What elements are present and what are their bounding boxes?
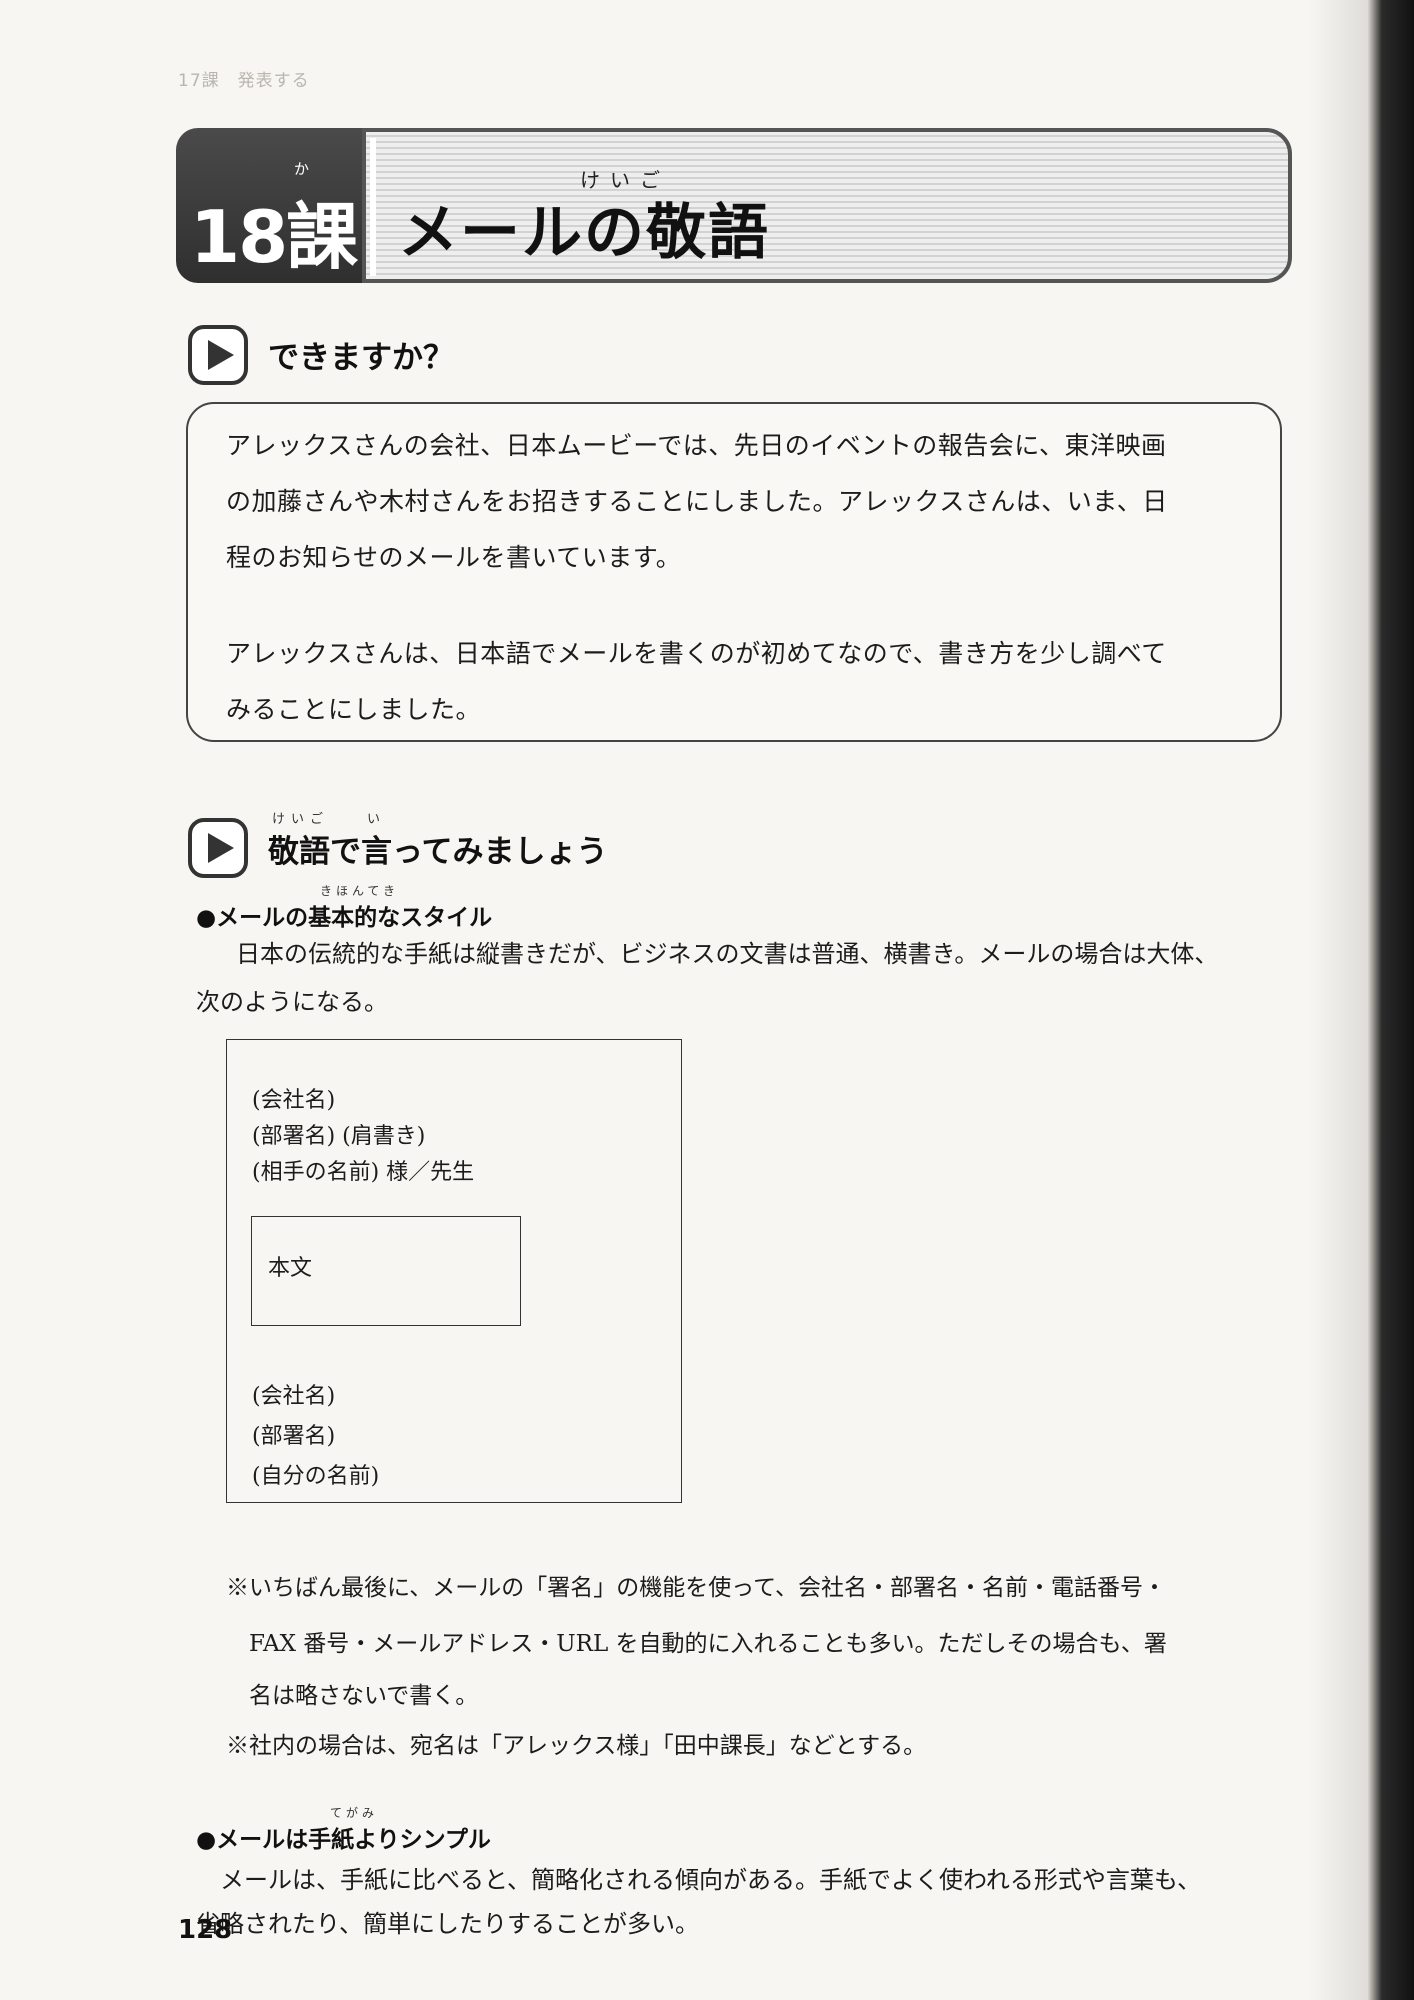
basic-style-line-2: 次のようになる。 [196,988,388,1016]
layout-sig-company: (会社名) [252,1384,336,1409]
intro-para-1-line-3: 程のお知らせのメールを書いています。 [226,543,682,572]
note-1-line-2: FAX 番号・メールアドレス・URL を自動的に入れることも多い。ただしその場合… [226,1631,1167,1657]
sub-heading-2-ruby: てがみ [330,1806,379,1820]
book-page: 17課 発表する か 18課 けいご メールの敬語 できますか？ アレックスさん… [0,0,1368,2000]
spine-shadow [1308,0,1368,2000]
play-icon [188,818,248,878]
note-2: ※社内の場合は、宛名は「アレックス様」「田中課長」などとする。 [226,1733,927,1759]
note-1-line-3: 名は略さないで書く。 [226,1683,479,1709]
layout-recipient: (相手の名前) 様／先生 [252,1160,475,1185]
section-heading-keigo: 敬語で言ってみましょう [268,834,608,870]
layout-dept-title: (部署名) (肩書き) [252,1124,426,1149]
intro-para-1-line-1: アレックスさんの会社、日本ムービーでは、先日のイベントの報告会に、東洋映画 [226,431,1167,460]
layout-body: 本文 [268,1256,313,1281]
layout-sig-name: (自分の名前) [252,1464,380,1489]
note-1-line-1: ※いちばん最後に、メールの「署名」の機能を使って、会社名・部署名・名前・電話番号… [226,1575,1167,1601]
section-heading-dekimasuka: できますか？ [268,340,454,376]
intro-para-2-line-2: みることにしました。 [226,695,482,724]
sub-heading-simpler: ●メールは手紙よりシンプル [196,1827,491,1853]
lesson-title: メールの敬語 [398,198,770,268]
layout-company: (会社名) [252,1088,336,1113]
page-edge [1368,0,1414,2000]
lesson-number: 18課 [190,195,358,279]
simpler-line-2: 省略されたり、簡単にしたりすることが多い。 [196,1910,700,1938]
intro-para-1-line-2: の加藤さんや木村さんをお招きすることにしました。アレックスさんは、いま、日 [226,487,1168,516]
play-icon [188,325,248,385]
intro-para-2-line-1: アレックスさんは、日本語でメールを書くのが初めてなので、書き方を少し調べて [226,639,1167,668]
title-divider [370,138,376,276]
running-head: 17課 発表する [178,71,310,91]
section-heading-ruby: けいご い [272,812,387,827]
layout-sig-dept: (部署名) [252,1424,336,1449]
page-number: 128 [178,1915,233,1945]
sub-heading-1-ruby: きほんてき [320,884,400,898]
lesson-ruby: か [294,160,310,178]
